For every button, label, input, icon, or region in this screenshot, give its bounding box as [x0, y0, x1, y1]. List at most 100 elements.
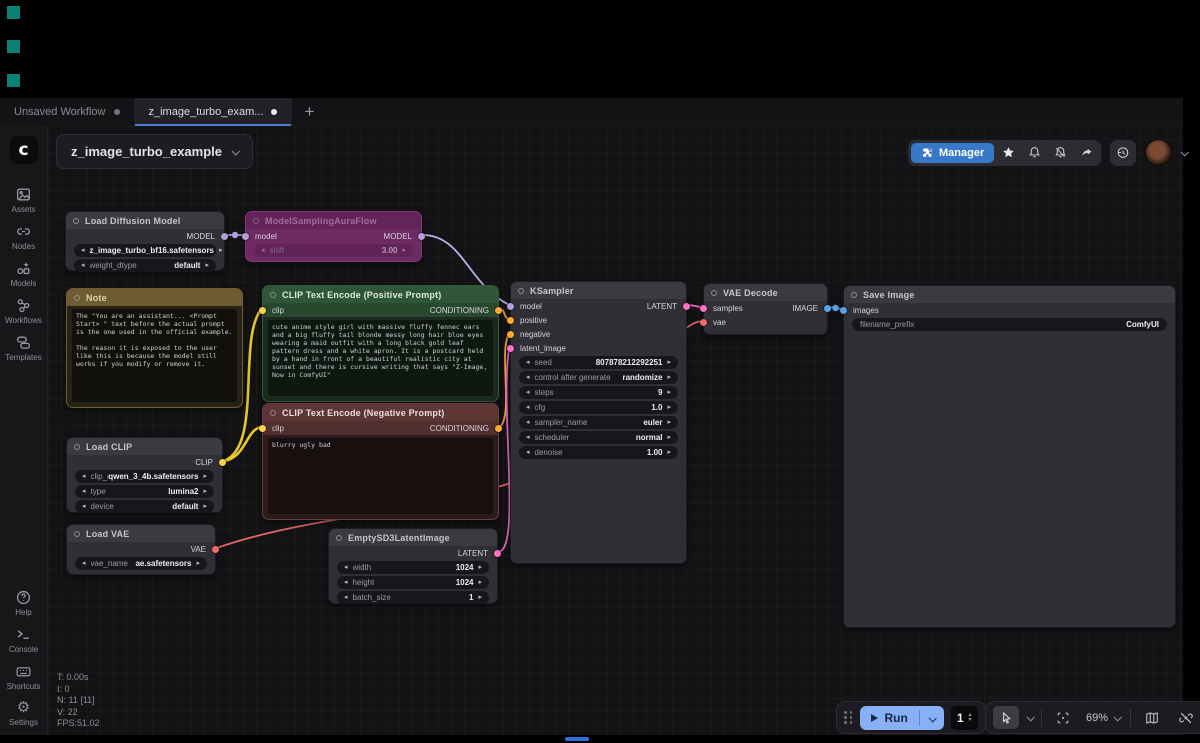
tab-z-image-turbo-example[interactable]: z_image_turbo_exam...: [135, 98, 293, 126]
graph-canvas[interactable]: Load Diffusion ModelMODEL◂z_image_turbo_…: [48, 126, 1183, 735]
comfyui-logo-icon[interactable]: c: [10, 136, 38, 164]
widget-left-arrow-icon[interactable]: ◂: [80, 560, 88, 567]
history-button[interactable]: [1110, 140, 1136, 166]
widget-right-arrow-icon[interactable]: ▸: [665, 419, 673, 426]
output-port-LATENT[interactable]: [683, 303, 690, 310]
collapse-dot-icon[interactable]: [851, 292, 857, 298]
wire-reroute-dot[interactable]: [832, 305, 838, 311]
node-textarea[interactable]: The "You are an assistant... <Prompt Sta…: [72, 309, 237, 402]
sidebar-item-workflows[interactable]: Workflows: [0, 297, 48, 325]
widget-scheduler[interactable]: ◂schedulernormal▸: [519, 431, 678, 444]
input-port-negative[interactable]: [507, 331, 514, 338]
input-port-images[interactable]: [840, 307, 847, 314]
widget-right-arrow-icon[interactable]: ▸: [476, 579, 484, 586]
widget-right-arrow-icon[interactable]: ▸: [400, 247, 408, 254]
widget-device[interactable]: ◂devicedefault▸: [75, 500, 214, 513]
collapse-dot-icon[interactable]: [74, 295, 80, 301]
node-note[interactable]: NoteThe "You are an assistant... <Prompt…: [66, 288, 243, 408]
toggle-link-visibility-button[interactable]: [1173, 706, 1199, 729]
widget-shift[interactable]: ◂shift3.00▸: [254, 244, 413, 257]
collapse-dot-icon[interactable]: [74, 531, 80, 537]
node-ksampler[interactable]: KSamplermodelLATENTpositivenegativelaten…: [510, 281, 687, 564]
sidebar-item-console[interactable]: Console: [0, 626, 48, 654]
widget-left-arrow-icon[interactable]: ◂: [524, 374, 532, 381]
pointer-tool-button[interactable]: [993, 706, 1019, 729]
widget-right-arrow-icon[interactable]: ▸: [665, 449, 673, 456]
widget-right-arrow-icon[interactable]: ▸: [194, 560, 202, 567]
input-port-latent_image[interactable]: [507, 345, 514, 352]
wire-reroute-dot[interactable]: [232, 232, 238, 238]
output-port-VAE[interactable]: [212, 546, 219, 553]
collapse-dot-icon[interactable]: [270, 292, 276, 298]
widget-right-arrow-icon[interactable]: ▸: [665, 434, 673, 441]
node-vae-decode[interactable]: VAE DecodesamplesIMAGEvae: [703, 283, 828, 335]
widget-right-arrow-icon[interactable]: ▸: [476, 594, 484, 601]
node-clip-text-encode-positive[interactable]: CLIP Text Encode (Positive Prompt)clipCO…: [262, 285, 499, 402]
widget-clip_na-[interactable]: ◂clip_na ...qwen_3_4b.safetensors▸: [75, 470, 214, 483]
widget-left-arrow-icon[interactable]: ◂: [524, 359, 532, 366]
widget-right-arrow-icon[interactable]: ▸: [217, 247, 225, 254]
output-port-CONDITIONING[interactable]: [495, 425, 502, 432]
notifications-button[interactable]: [1022, 143, 1046, 163]
minimap-button[interactable]: [1139, 706, 1165, 729]
widget-right-arrow-icon[interactable]: ▸: [665, 389, 673, 396]
widget-left-arrow-icon[interactable]: ◂: [259, 247, 267, 254]
sidebar-item-settings[interactable]: ⚙ Settings: [0, 700, 48, 727]
widget-weight_dtype[interactable]: ◂weight_dtypedefault▸: [74, 259, 216, 272]
sidebar-item-assets[interactable]: Assets: [0, 186, 48, 214]
widget-left-arrow-icon[interactable]: ◂: [80, 473, 88, 480]
share-button[interactable]: [1074, 143, 1098, 163]
widget-left-arrow-icon[interactable]: ◂: [342, 594, 350, 601]
widget-left-arrow-icon[interactable]: ◂: [80, 503, 88, 510]
favorites-button[interactable]: [996, 143, 1020, 163]
input-port-model[interactable]: [507, 303, 514, 310]
input-port-clip[interactable]: [259, 425, 266, 432]
widget-right-arrow-icon[interactable]: ▸: [665, 359, 673, 366]
output-port-MODEL[interactable]: [221, 233, 228, 240]
notifications-muted-button[interactable]: [1048, 143, 1072, 163]
input-port-vae[interactable]: [700, 319, 707, 326]
tab-unsaved-workflow[interactable]: Unsaved Workflow: [0, 98, 135, 126]
widget-left-arrow-icon[interactable]: ◂: [524, 434, 532, 441]
widget-left-arrow-icon[interactable]: ◂: [524, 404, 532, 411]
node-textarea[interactable]: cute anime style girl with massive fluff…: [268, 320, 493, 396]
output-port-LATENT[interactable]: [494, 550, 501, 557]
widget-right-arrow-icon[interactable]: ▸: [201, 503, 209, 510]
drag-handle-icon[interactable]: [844, 711, 853, 724]
widget-right-arrow-icon[interactable]: ▸: [203, 262, 211, 269]
widget-width[interactable]: ◂width1024▸: [337, 561, 489, 574]
collapse-dot-icon[interactable]: [270, 410, 276, 416]
widget-left-arrow-icon[interactable]: ◂: [79, 262, 87, 269]
collapse-dot-icon[interactable]: [711, 290, 717, 296]
widget-left-arrow-icon[interactable]: ◂: [524, 389, 532, 396]
output-port-IMAGE[interactable]: [824, 305, 831, 312]
collapse-dot-icon[interactable]: [336, 535, 342, 541]
sidebar-item-shortcuts[interactable]: Shortcuts: [0, 663, 48, 691]
widget-control-after-generate[interactable]: ◂control after generaterandomize▸: [519, 371, 678, 384]
input-port-samples[interactable]: [700, 305, 707, 312]
widget-cfg[interactable]: ◂cfg1.0▸: [519, 401, 678, 414]
widget-left-arrow-icon[interactable]: ◂: [80, 488, 88, 495]
fit-view-button[interactable]: [1050, 706, 1076, 729]
collapse-dot-icon[interactable]: [73, 218, 79, 224]
workflow-title-menu[interactable]: z_image_turbo_example: [56, 134, 253, 169]
batch-count-stepper[interactable]: 1 ▴▾: [951, 706, 978, 730]
widget-filename_prefix[interactable]: filename_prefixComfyUI: [852, 318, 1167, 331]
node-load-vae[interactable]: Load VAEVAE◂vae_nameae.safetensors▸: [66, 524, 216, 575]
sidebar-item-models[interactable]: Models: [0, 260, 48, 288]
node-load-clip[interactable]: Load CLIPCLIP◂clip_na ...qwen_3_4b.safet…: [66, 437, 223, 513]
node-load-diffusion-model[interactable]: Load Diffusion ModelMODEL◂z_image_turbo_…: [65, 211, 225, 271]
sidebar-item-templates[interactable]: Templates: [0, 334, 48, 362]
widget-right-arrow-icon[interactable]: ▸: [665, 404, 673, 411]
node-textarea[interactable]: blurry ugly bad: [268, 438, 493, 514]
input-port-model[interactable]: [242, 233, 249, 240]
widget-right-arrow-icon[interactable]: ▸: [201, 473, 209, 480]
manager-button[interactable]: Manager: [911, 143, 994, 163]
widget-denoise[interactable]: ◂denoise1.00▸: [519, 446, 678, 459]
widget-batch_size[interactable]: ◂batch_size1▸: [337, 591, 489, 604]
widget-seed[interactable]: ◂seed807878212292251▸: [519, 356, 678, 369]
widget-type[interactable]: ◂typelumina2▸: [75, 485, 214, 498]
sidebar-item-nodes[interactable]: Nodes: [0, 223, 48, 251]
collapse-dot-icon[interactable]: [518, 288, 524, 294]
avatar[interactable]: [1145, 139, 1172, 166]
